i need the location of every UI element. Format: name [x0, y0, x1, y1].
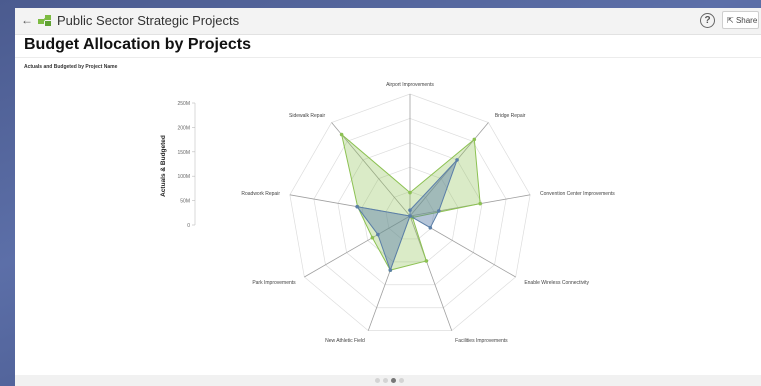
actuals-series-point [437, 209, 441, 213]
actuals-series-point [408, 214, 412, 218]
category-label: Roadwork Repair [241, 191, 280, 197]
y-tick-label: 150M [177, 150, 190, 156]
budgeted-series-area [340, 133, 481, 271]
y-tick-label: 250M [177, 101, 190, 107]
category-label: Enable Wireless Connectivity [524, 280, 589, 286]
y-tick-label: 200M [177, 125, 190, 131]
radar-chart: 0 50M 100M 150M 200M 250M Actuals & Budgeted Ai… [160, 82, 615, 344]
y-tick-label: 100M [177, 174, 190, 180]
actuals-series-point [408, 208, 412, 212]
pagination-dot[interactable] [391, 378, 396, 383]
pagination-bar [15, 375, 761, 386]
category-label: Convention Center Improvements [540, 191, 615, 197]
budgeted-series-point [424, 259, 429, 263]
actuals-series-point [355, 204, 359, 209]
category-label: Airport Improvements [386, 82, 434, 88]
actuals-series-point [455, 158, 459, 162]
budgeted-series-point [472, 137, 477, 142]
y-axis-title: Actuals & Budgeted [160, 135, 167, 197]
category-label: Bridge Repair [495, 113, 526, 119]
budgeted-series-point [339, 132, 344, 137]
budgeted-series-point [478, 201, 482, 206]
pagination-dot[interactable] [375, 378, 380, 383]
budgeted-series-point [408, 190, 412, 195]
pagination-dot[interactable] [399, 378, 404, 383]
actuals-series-point [428, 225, 433, 230]
category-label: Facilities Improvements [455, 338, 508, 344]
actuals-series-point [388, 268, 393, 272]
budgeted-series-point [370, 235, 375, 240]
category-label: Park Improvements [252, 280, 296, 286]
category-label: New Athletic Field [325, 338, 365, 344]
app-window: ← Public Sector Strategic Projects ? ⇱ S… [15, 8, 761, 386]
category-label: Sidewalk Repair [289, 113, 325, 119]
y-tick-label: 0 [187, 223, 190, 229]
y-tick-label: 50M [180, 199, 190, 205]
pagination-dot[interactable] [383, 378, 388, 383]
actuals-series-point [376, 232, 380, 237]
